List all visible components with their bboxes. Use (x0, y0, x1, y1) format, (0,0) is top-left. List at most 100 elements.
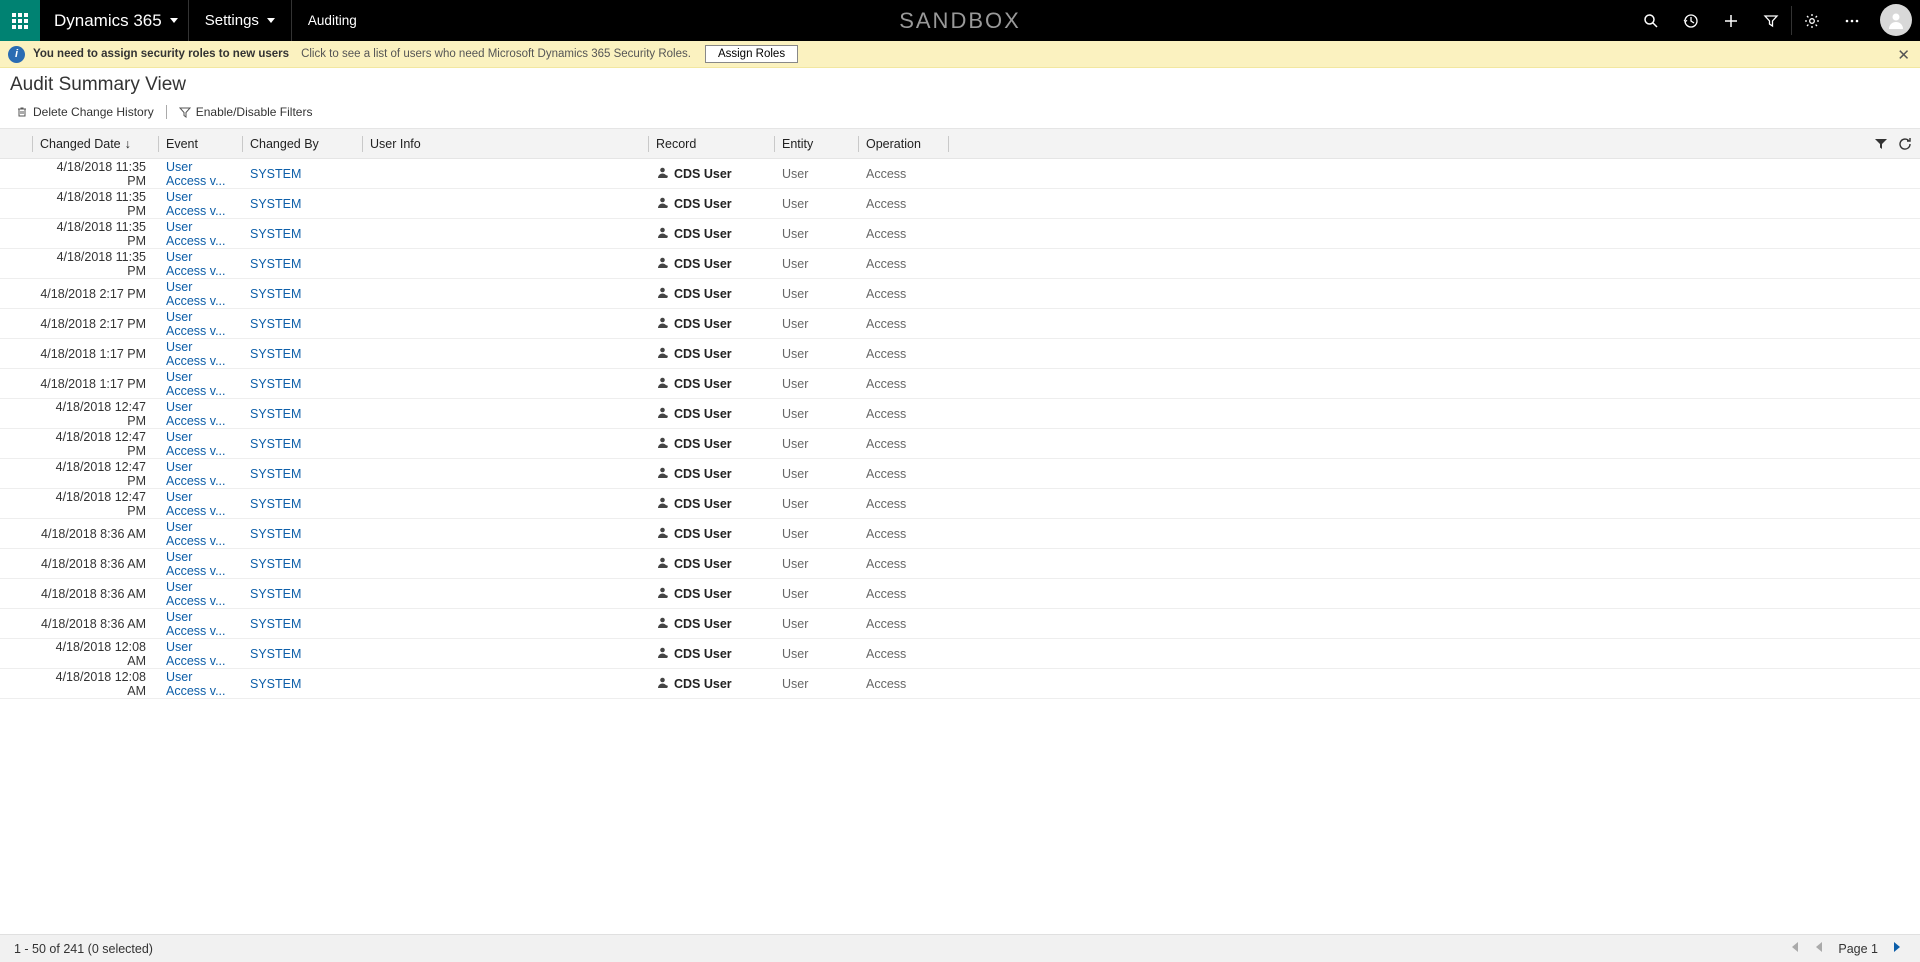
cell-changed-by-link[interactable]: SYSTEM (242, 227, 362, 241)
table-row[interactable]: 4/18/2018 11:35 PMUser Access v...SYSTEM… (0, 249, 1920, 279)
delete-change-history-button[interactable]: Delete Change History (8, 102, 162, 122)
prev-page-button[interactable] (1814, 941, 1824, 956)
col-entity[interactable]: Entity (774, 129, 858, 158)
table-row[interactable]: 4/18/2018 11:35 PMUser Access v...SYSTEM… (0, 159, 1920, 189)
table-row[interactable]: 4/18/2018 12:47 PMUser Access v...SYSTEM… (0, 489, 1920, 519)
page-label: Page 1 (1838, 942, 1878, 956)
brand-menu[interactable]: Dynamics 365 (40, 0, 189, 41)
person-icon (656, 496, 674, 512)
app-launcher-button[interactable] (0, 0, 40, 41)
cell-entity: User (774, 647, 858, 661)
table-row[interactable]: 4/18/2018 12:47 PMUser Access v...SYSTEM… (0, 399, 1920, 429)
cell-event-link[interactable]: User Access v... (158, 460, 242, 488)
cell-event-link[interactable]: User Access v... (158, 160, 242, 188)
cell-changed-by-link[interactable]: SYSTEM (242, 167, 362, 181)
cell-changed-by-link[interactable]: SYSTEM (242, 587, 362, 601)
cell-changed-by-link[interactable]: SYSTEM (242, 347, 362, 361)
cell-event-link[interactable]: User Access v... (158, 190, 242, 218)
cell-operation: Access (858, 497, 948, 511)
table-row[interactable]: 4/18/2018 2:17 PMUser Access v...SYSTEMC… (0, 309, 1920, 339)
cell-event-link[interactable]: User Access v... (158, 220, 242, 248)
table-row[interactable]: 4/18/2018 8:36 AMUser Access v...SYSTEMC… (0, 609, 1920, 639)
cell-changed-by-link[interactable]: SYSTEM (242, 377, 362, 391)
table-row[interactable]: 4/18/2018 2:17 PMUser Access v...SYSTEMC… (0, 279, 1920, 309)
table-row[interactable]: 4/18/2018 11:35 PMUser Access v...SYSTEM… (0, 219, 1920, 249)
enable-disable-filters-button[interactable]: Enable/Disable Filters (171, 102, 321, 122)
add-button[interactable] (1711, 0, 1751, 41)
table-row[interactable]: 4/18/2018 11:35 PMUser Access v...SYSTEM… (0, 189, 1920, 219)
cell-operation: Access (858, 347, 948, 361)
cell-changed-by-link[interactable]: SYSTEM (242, 617, 362, 631)
cell-event-link[interactable]: User Access v... (158, 640, 242, 668)
col-user-info[interactable]: User Info (362, 129, 648, 158)
audit-grid[interactable]: 4/18/2018 11:35 PMUser Access v...SYSTEM… (0, 159, 1920, 744)
funnel-icon[interactable] (1874, 137, 1888, 151)
cell-record: CDS User (648, 556, 774, 572)
cell-event-link[interactable]: User Access v... (158, 610, 242, 638)
cell-event-link[interactable]: User Access v... (158, 250, 242, 278)
cell-event-link[interactable]: User Access v... (158, 370, 242, 398)
table-row[interactable]: 4/18/2018 12:47 PMUser Access v...SYSTEM… (0, 459, 1920, 489)
sort-desc-icon: ↓ (125, 137, 131, 151)
first-page-button[interactable] (1788, 941, 1800, 956)
person-icon (656, 586, 674, 602)
recent-button[interactable] (1671, 0, 1711, 41)
more-button[interactable] (1832, 0, 1872, 41)
col-event[interactable]: Event (158, 129, 242, 158)
cell-date: 4/18/2018 12:08 AM (32, 640, 158, 668)
cell-event-link[interactable]: User Access v... (158, 490, 242, 518)
table-row[interactable]: 4/18/2018 12:08 AMUser Access v...SYSTEM… (0, 669, 1920, 699)
cell-entity: User (774, 617, 858, 631)
refresh-icon[interactable] (1898, 137, 1912, 151)
col-operation[interactable]: Operation (858, 129, 948, 158)
cell-changed-by-link[interactable]: SYSTEM (242, 407, 362, 421)
grid-header: Changed Date ↓ Event Changed By User Inf… (0, 129, 1920, 159)
cell-changed-by-link[interactable]: SYSTEM (242, 647, 362, 661)
cell-event-link[interactable]: User Access v... (158, 520, 242, 548)
table-row[interactable]: 4/18/2018 12:47 PMUser Access v...SYSTEM… (0, 429, 1920, 459)
cell-operation: Access (858, 647, 948, 661)
user-avatar[interactable] (1880, 4, 1912, 36)
cell-changed-by-link[interactable]: SYSTEM (242, 197, 362, 211)
auditing-link[interactable]: Auditing (292, 0, 373, 41)
cell-changed-by-link[interactable]: SYSTEM (242, 437, 362, 451)
person-icon (656, 316, 674, 332)
table-row[interactable]: 4/18/2018 8:36 AMUser Access v...SYSTEMC… (0, 519, 1920, 549)
cell-event-link[interactable]: User Access v... (158, 340, 242, 368)
cell-event-link[interactable]: User Access v... (158, 280, 242, 308)
cell-event-link[interactable]: User Access v... (158, 400, 242, 428)
delete-label: Delete Change History (33, 105, 154, 119)
cell-changed-by-link[interactable]: SYSTEM (242, 497, 362, 511)
col-record[interactable]: Record (648, 129, 774, 158)
cell-date: 4/18/2018 11:35 PM (32, 160, 158, 188)
close-icon[interactable]: ✕ (1897, 46, 1910, 64)
cell-changed-by-link[interactable]: SYSTEM (242, 287, 362, 301)
table-row[interactable]: 4/18/2018 1:17 PMUser Access v...SYSTEMC… (0, 369, 1920, 399)
table-row[interactable]: 4/18/2018 8:36 AMUser Access v...SYSTEMC… (0, 549, 1920, 579)
cell-event-link[interactable]: User Access v... (158, 580, 242, 608)
col-changed-date[interactable]: Changed Date ↓ (32, 129, 158, 158)
cell-changed-by-link[interactable]: SYSTEM (242, 467, 362, 481)
search-button[interactable] (1631, 0, 1671, 41)
table-row[interactable]: 4/18/2018 12:08 AMUser Access v...SYSTEM… (0, 639, 1920, 669)
table-row[interactable]: 4/18/2018 8:36 AMUser Access v...SYSTEMC… (0, 579, 1920, 609)
cell-changed-by-link[interactable]: SYSTEM (242, 557, 362, 571)
cell-record: CDS User (648, 406, 774, 422)
sandbox-watermark: SANDBOX (899, 8, 1021, 34)
settings-menu[interactable]: Settings (189, 0, 292, 41)
next-page-button[interactable] (1892, 941, 1902, 956)
cell-record: CDS User (648, 466, 774, 482)
cell-changed-by-link[interactable]: SYSTEM (242, 257, 362, 271)
cell-event-link[interactable]: User Access v... (158, 550, 242, 578)
gear-button[interactable] (1792, 0, 1832, 41)
cell-event-link[interactable]: User Access v... (158, 430, 242, 458)
cell-changed-by-link[interactable]: SYSTEM (242, 317, 362, 331)
cell-changed-by-link[interactable]: SYSTEM (242, 677, 362, 691)
col-changed-by[interactable]: Changed By (242, 129, 362, 158)
cell-event-link[interactable]: User Access v... (158, 670, 242, 698)
table-row[interactable]: 4/18/2018 1:17 PMUser Access v...SYSTEMC… (0, 339, 1920, 369)
cell-changed-by-link[interactable]: SYSTEM (242, 527, 362, 541)
assign-roles-button[interactable]: Assign Roles (705, 45, 798, 63)
cell-event-link[interactable]: User Access v... (158, 310, 242, 338)
filter-button[interactable] (1751, 0, 1791, 41)
